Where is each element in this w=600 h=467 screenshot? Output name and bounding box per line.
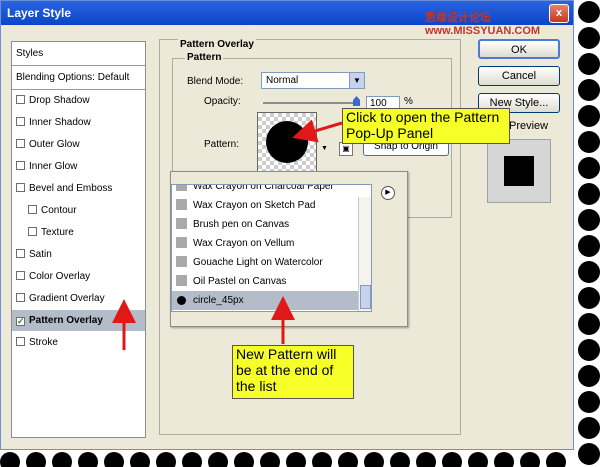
- border-dot: [182, 452, 202, 467]
- border-dot: [468, 452, 488, 467]
- border-dot: [0, 452, 20, 467]
- border-dot: [578, 1, 600, 23]
- border-dot: [578, 131, 600, 153]
- border-dot: [578, 183, 600, 205]
- border-dot: [520, 452, 540, 467]
- annotation-arrows: [112, 119, 343, 350]
- border-dot: [578, 27, 600, 49]
- border-dot: [578, 365, 600, 387]
- border-dot: [578, 235, 600, 257]
- border-dot: [578, 105, 600, 127]
- border-dot: [578, 53, 600, 75]
- border-dot: [578, 391, 600, 413]
- border-dot: [578, 209, 600, 231]
- border-dot: [578, 261, 600, 283]
- border-dot: [442, 452, 462, 467]
- border-dot: [578, 79, 600, 101]
- border-dot: [156, 452, 176, 467]
- border-dot: [494, 452, 514, 467]
- border-dot: [390, 452, 410, 467]
- border-dot: [364, 452, 384, 467]
- border-dot: [312, 452, 332, 467]
- border-dot: [52, 452, 72, 467]
- border-dot: [286, 452, 306, 467]
- dot-border-right: [578, 1, 600, 465]
- border-dot: [578, 417, 600, 439]
- border-dot: [578, 157, 600, 179]
- border-dot: [234, 452, 254, 467]
- border-dot: [578, 443, 600, 465]
- border-dot: [208, 452, 228, 467]
- border-dot: [78, 452, 98, 467]
- dot-border-bottom: [0, 452, 566, 467]
- border-dot: [104, 452, 124, 467]
- border-dot: [130, 452, 150, 467]
- border-dot: [578, 287, 600, 309]
- border-dot: [260, 452, 280, 467]
- border-dot: [338, 452, 358, 467]
- border-dot: [546, 452, 566, 467]
- border-dot: [416, 452, 436, 467]
- border-dot: [578, 313, 600, 335]
- border-dot: [26, 452, 46, 467]
- border-dot: [578, 339, 600, 361]
- arrow-to-pattern-swatch: [292, 119, 343, 143]
